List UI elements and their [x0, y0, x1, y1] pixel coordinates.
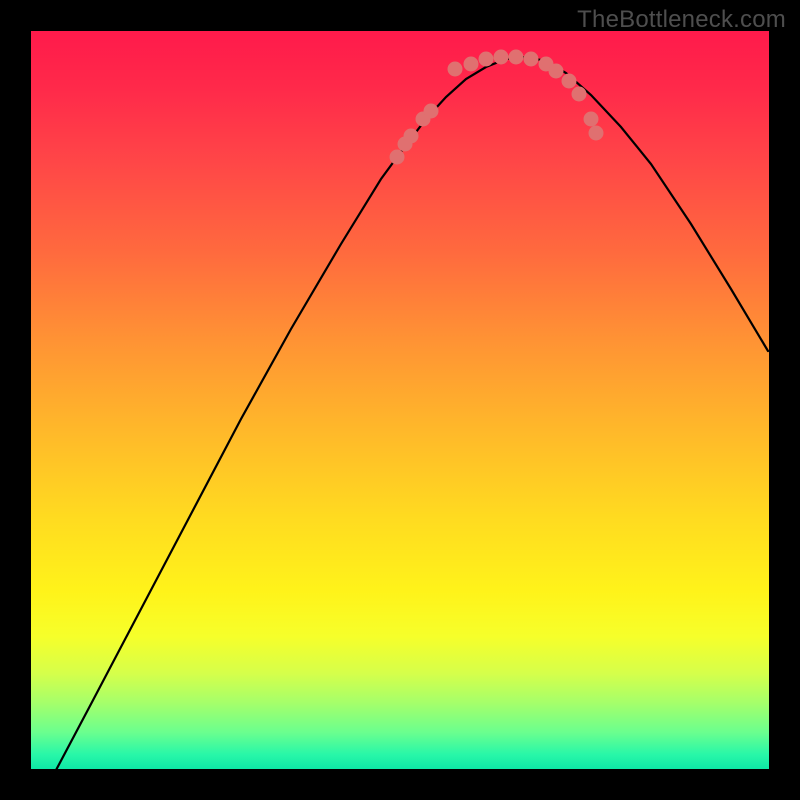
sample-dot — [562, 74, 577, 89]
sample-dot — [424, 104, 439, 119]
sample-dot — [524, 52, 539, 67]
sample-dot — [464, 57, 479, 72]
watermark-text: TheBottleneck.com — [577, 6, 786, 34]
sample-dot — [584, 112, 599, 127]
bottleneck-curve — [46, 57, 768, 789]
sample-dot — [572, 87, 587, 102]
plot-area — [31, 31, 769, 769]
sample-dot — [589, 126, 604, 141]
sample-dot — [479, 52, 494, 67]
sample-dot — [448, 62, 463, 77]
sample-dots — [390, 50, 604, 165]
outer-frame: TheBottleneck.com — [0, 0, 800, 800]
sample-dot — [404, 129, 419, 144]
chart-svg — [31, 31, 769, 769]
sample-dot — [549, 64, 564, 79]
sample-dot — [509, 50, 524, 65]
sample-dot — [494, 50, 509, 65]
sample-dot — [390, 150, 405, 165]
